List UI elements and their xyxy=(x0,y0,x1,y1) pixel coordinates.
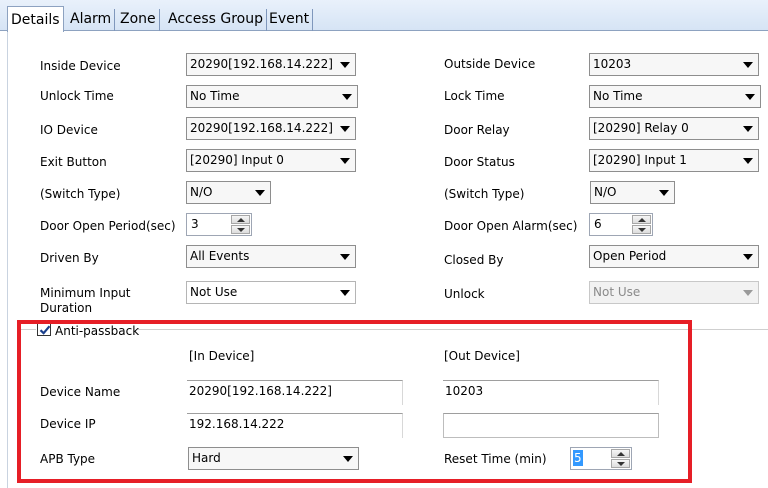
tab-bar: Details Alarm Zone Access Group Event xyxy=(0,0,768,32)
stepper-down-button[interactable] xyxy=(632,225,651,234)
door-open-alarm-label: Door Open Alarm(sec) xyxy=(444,219,578,233)
door-relay-label: Door Relay xyxy=(444,123,510,137)
chevron-down-icon xyxy=(340,62,350,68)
stepper-up-button[interactable] xyxy=(632,215,651,224)
anti-passback-highlight-box xyxy=(17,320,692,483)
chevron-down-icon xyxy=(342,94,352,100)
inside-device-label: Inside Device xyxy=(40,59,121,73)
driven-by-label: Driven By xyxy=(40,251,99,265)
door-relay-value: [20290] Relay 0 xyxy=(593,121,689,135)
outside-device-value: 10203 xyxy=(593,57,632,71)
unlock-label: Unlock xyxy=(444,287,485,301)
chevron-down-icon xyxy=(659,190,669,196)
chevron-down-icon xyxy=(255,190,265,196)
chevron-down-icon xyxy=(745,94,755,100)
tab-access-group[interactable]: Access Group xyxy=(165,9,267,31)
door-relay-select[interactable]: [20290] Relay 0 xyxy=(589,117,759,140)
door-open-alarm-stepper[interactable]: 6 xyxy=(589,213,653,236)
door-open-period-label: Door Open Period(sec) xyxy=(40,219,176,233)
door-open-period-value: 3 xyxy=(191,217,199,231)
stepper-buttons xyxy=(231,215,250,234)
lock-time-value: No Time xyxy=(593,89,643,103)
closed-by-value: Open Period xyxy=(593,249,667,263)
lock-time-label: Lock Time xyxy=(444,89,505,103)
tab-details[interactable]: Details xyxy=(7,6,64,32)
io-device-select[interactable]: 20290[192.168.14.222] xyxy=(186,117,356,140)
chevron-down-icon xyxy=(340,290,350,296)
arrow-up-icon xyxy=(638,218,646,222)
switch-type-select-right[interactable]: N/O xyxy=(590,181,675,204)
chevron-down-icon xyxy=(743,62,753,68)
switch-type-value-right: N/O xyxy=(594,185,617,199)
tab-event[interactable]: Event xyxy=(266,9,314,31)
arrow-up-icon xyxy=(237,218,245,222)
min-input-duration-select[interactable]: Not Use xyxy=(186,281,356,304)
unlock-select[interactable]: Not Use xyxy=(589,281,759,304)
io-device-value: 20290[192.168.14.222] xyxy=(190,121,333,135)
door-open-alarm-value: 6 xyxy=(594,217,602,231)
closed-by-select[interactable]: Open Period xyxy=(589,245,759,268)
arrow-down-icon xyxy=(638,228,646,232)
exit-button-value: [20290] Input 0 xyxy=(190,153,284,167)
exit-button-label: Exit Button xyxy=(40,155,107,169)
min-input-duration-label: Minimum Input Duration xyxy=(40,286,131,313)
io-device-label: IO Device xyxy=(40,123,98,137)
inside-device-value: 20290[192.168.14.222] xyxy=(190,57,333,71)
door-status-label: Door Status xyxy=(444,155,515,169)
chevron-down-icon xyxy=(743,254,753,260)
min-input-duration-value: Not Use xyxy=(190,285,238,299)
exit-button-select[interactable]: [20290] Input 0 xyxy=(186,149,356,172)
lock-time-select[interactable]: No Time xyxy=(589,85,761,108)
tab-alarm[interactable]: Alarm xyxy=(67,9,116,31)
chevron-down-icon xyxy=(340,254,350,260)
stepper-buttons xyxy=(632,215,651,234)
inside-device-select[interactable]: 20290[192.168.14.222] xyxy=(186,53,356,76)
chevron-down-icon xyxy=(340,126,350,132)
unlock-time-label: Unlock Time xyxy=(40,89,114,103)
outside-device-select[interactable]: 10203 xyxy=(589,53,759,76)
chevron-down-icon xyxy=(743,158,753,164)
stepper-down-button[interactable] xyxy=(231,225,250,234)
switch-type-label-right: (Switch Type) xyxy=(444,187,525,201)
switch-type-select[interactable]: N/O xyxy=(186,181,271,204)
chevron-down-icon xyxy=(340,158,350,164)
arrow-down-icon xyxy=(237,228,245,232)
outside-device-label: Outside Device xyxy=(444,57,536,71)
driven-by-value: All Events xyxy=(190,249,250,263)
door-open-period-stepper[interactable]: 3 xyxy=(186,213,252,236)
unlock-time-value: No Time xyxy=(190,89,240,103)
driven-by-select[interactable]: All Events xyxy=(186,245,356,268)
unlock-value: Not Use xyxy=(593,285,641,299)
switch-type-label: (Switch Type) xyxy=(40,187,121,201)
closed-by-label: Closed By xyxy=(444,253,504,267)
chevron-down-icon xyxy=(743,290,753,296)
tab-zone[interactable]: Zone xyxy=(117,9,160,31)
chevron-down-icon xyxy=(743,126,753,132)
unlock-time-select[interactable]: No Time xyxy=(186,85,358,108)
door-status-select[interactable]: [20290] Input 1 xyxy=(589,149,759,172)
stepper-up-button[interactable] xyxy=(231,215,250,224)
door-status-value: [20290] Input 1 xyxy=(593,153,687,167)
switch-type-value: N/O xyxy=(190,185,213,199)
